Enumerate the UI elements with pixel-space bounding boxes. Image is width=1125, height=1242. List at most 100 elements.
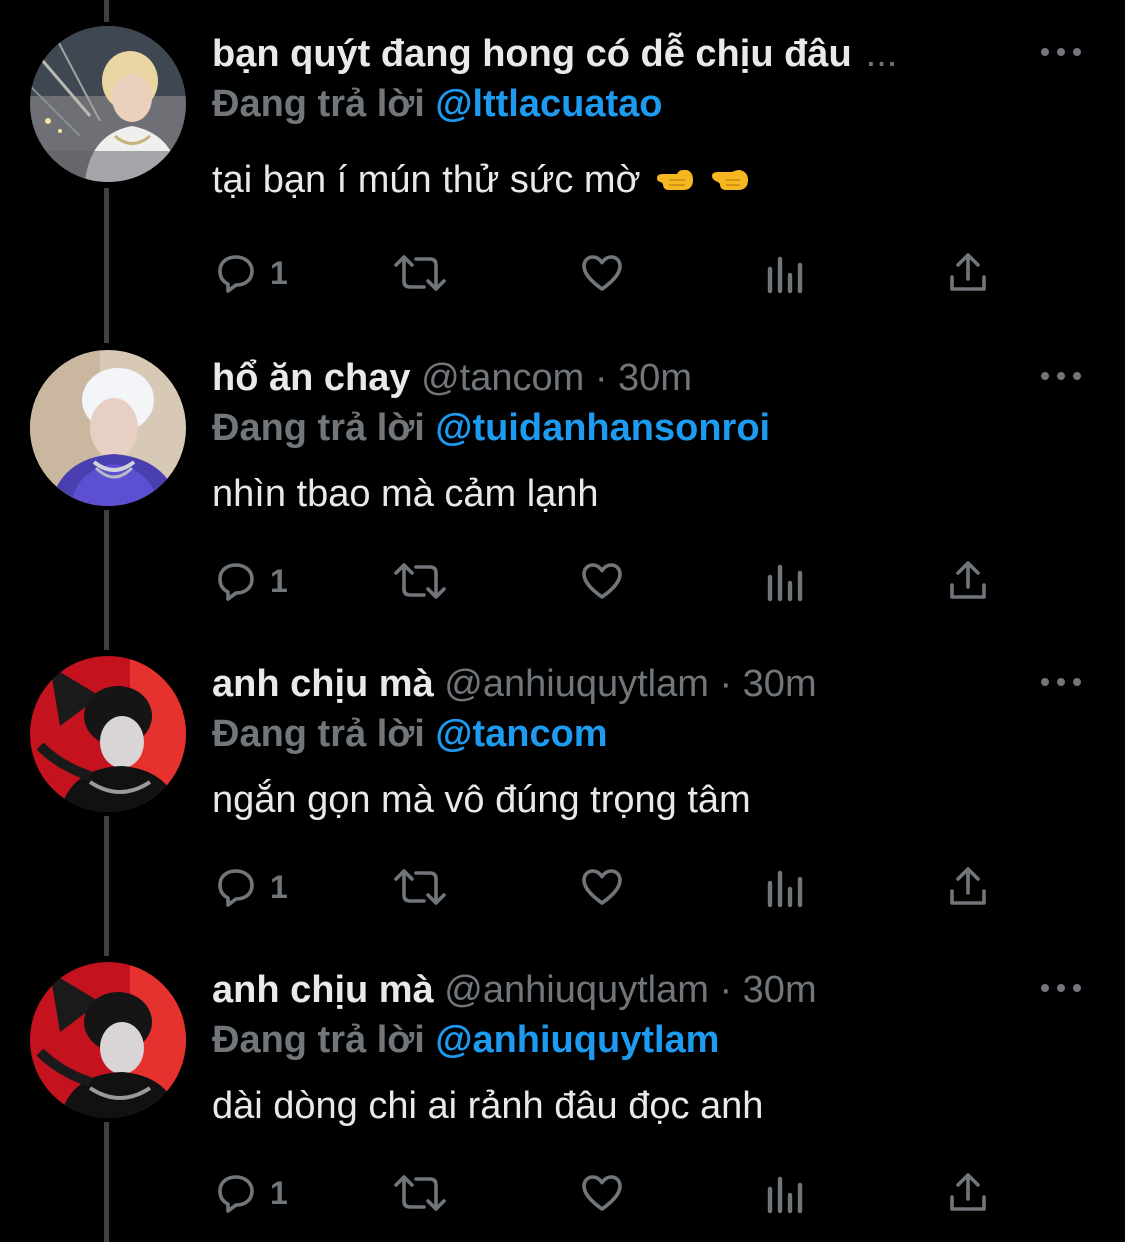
reply-button[interactable]: 1 (212, 862, 288, 912)
tweet[interactable]: bạn quýt đang hong có dễ chịu đâu... Đan… (0, 0, 1125, 306)
display-name[interactable]: anh chịu mà (212, 969, 434, 1011)
separator-dot: · (594, 357, 608, 399)
tweet-text: dài dòng chi ai rảnh đâu đọc anh (212, 1082, 1065, 1130)
tweet-header: anh chịu mà @anhiuquytlam · 30m (212, 660, 1035, 708)
heart-icon (582, 563, 622, 599)
reply-icon (218, 869, 254, 907)
analytics-button[interactable] (764, 248, 808, 298)
replying-to-label: Đang trả lời (212, 1019, 425, 1061)
tweet-body: ngắn gọn mà vô đúng trọng tâm (212, 779, 751, 821)
share-button[interactable] (944, 556, 992, 606)
analytics-button[interactable] (764, 862, 808, 912)
analytics-icon (767, 870, 803, 908)
separator-dot: · (719, 663, 733, 705)
tweet-actions: 1 (212, 556, 1002, 606)
tweet-text: ngắn gọn mà vô đúng trọng tâm (212, 776, 1065, 824)
like-button[interactable] (578, 556, 626, 606)
truncation-ellipsis: ... (865, 33, 898, 75)
replying-to-handle[interactable]: @tuidanhansonroi (435, 407, 770, 449)
share-button[interactable] (944, 862, 992, 912)
replying-to-label: Đang trả lời (212, 83, 425, 125)
timestamp[interactable]: 30m (618, 357, 692, 399)
replying-to-handle[interactable]: @tancom (435, 713, 607, 755)
reply-button[interactable]: 1 (212, 1168, 288, 1218)
replying-to: Đang trả lời @tancom (212, 710, 608, 758)
tweet-header: bạn quýt đang hong có dễ chịu đâu... (212, 30, 1035, 78)
tweet[interactable]: anh chịu mà @anhiuquytlam · 30m Đang trả… (0, 630, 1125, 936)
reply-count: 1 (270, 1174, 288, 1211)
reply-icon (218, 563, 254, 601)
replying-to: Đang trả lời @anhiuquytlam (212, 1016, 719, 1064)
reply-button[interactable]: 1 (212, 248, 288, 298)
retweet-icon (394, 255, 446, 291)
share-button[interactable] (944, 1168, 992, 1218)
retweet-button[interactable] (392, 556, 448, 606)
replying-to-label: Đang trả lời (212, 407, 425, 449)
tweet-actions: 1 (212, 248, 1002, 298)
analytics-button[interactable] (764, 556, 808, 606)
heart-icon (582, 255, 622, 291)
reply-icon (218, 255, 254, 293)
more-options-icon[interactable] (1041, 978, 1081, 998)
more-options-icon[interactable] (1041, 672, 1081, 692)
analytics-icon (767, 1176, 803, 1214)
reply-count: 1 (270, 254, 288, 291)
replying-to-handle[interactable]: @lttlacuatao (435, 83, 662, 125)
reply-icon (218, 1175, 254, 1213)
avatar[interactable] (30, 26, 186, 182)
user-handle[interactable]: @tancom (421, 357, 584, 399)
tweet-text: nhìn tbao mà cảm lạnh (212, 470, 1065, 518)
tweet-header: hổ ăn chay @tancom · 30m (212, 354, 1035, 402)
user-handle[interactable]: @anhiuquytlam (444, 969, 709, 1011)
avatar[interactable] (30, 656, 186, 812)
share-icon (950, 1173, 986, 1211)
retweet-icon (394, 869, 446, 905)
pointing-hand-emoji-icon (655, 158, 695, 206)
heart-icon (582, 1175, 622, 1211)
tweet[interactable]: hổ ăn chay @tancom · 30m Đang trả lời @t… (0, 324, 1125, 630)
heart-icon (582, 869, 622, 905)
replying-to: Đang trả lời @lttlacuatao (212, 80, 662, 128)
tweet[interactable]: anh chịu mà @anhiuquytlam · 30m Đang trả… (0, 936, 1125, 1242)
avatar[interactable] (30, 350, 186, 506)
tweet-header: anh chịu mà @anhiuquytlam · 30m (212, 966, 1035, 1014)
retweet-button[interactable] (392, 1168, 448, 1218)
tweet-text: tại bạn í mún thử sức mờ (212, 156, 1065, 206)
tweet-body: tại bạn í mún thử sức mờ (212, 159, 641, 201)
retweet-icon (394, 1175, 446, 1211)
reply-button[interactable]: 1 (212, 556, 288, 606)
replying-to-handle[interactable]: @anhiuquytlam (435, 1019, 719, 1061)
like-button[interactable] (578, 248, 626, 298)
tweet-actions: 1 (212, 1168, 1002, 1218)
like-button[interactable] (578, 862, 626, 912)
user-handle[interactable]: @anhiuquytlam (444, 663, 709, 705)
timestamp[interactable]: 30m (743, 663, 817, 705)
share-icon (950, 253, 986, 291)
share-button[interactable] (944, 248, 992, 298)
reply-count: 1 (270, 868, 288, 905)
tweet-body: nhìn tbao mà cảm lạnh (212, 473, 599, 515)
retweet-button[interactable] (392, 862, 448, 912)
pointing-hand-emoji-icon (710, 158, 750, 206)
timestamp[interactable]: 30m (743, 969, 817, 1011)
avatar[interactable] (30, 962, 186, 1118)
separator-dot: · (719, 969, 733, 1011)
share-icon (950, 561, 986, 599)
retweet-button[interactable] (392, 248, 448, 298)
analytics-icon (767, 256, 803, 294)
retweet-icon (394, 563, 446, 599)
reply-count: 1 (270, 562, 288, 599)
replying-to-label: Đang trả lời (212, 713, 425, 755)
share-icon (950, 867, 986, 905)
analytics-button[interactable] (764, 1168, 808, 1218)
display-name[interactable]: hổ ăn chay (212, 357, 411, 399)
tweet-body: dài dòng chi ai rảnh đâu đọc anh (212, 1085, 764, 1127)
more-options-icon[interactable] (1041, 42, 1081, 62)
display-name[interactable]: bạn quýt đang hong có dễ chịu đâu (212, 33, 852, 75)
replying-to: Đang trả lời @tuidanhansonroi (212, 404, 770, 452)
like-button[interactable] (578, 1168, 626, 1218)
tweet-actions: 1 (212, 862, 1002, 912)
display-name[interactable]: anh chịu mà (212, 663, 434, 705)
more-options-icon[interactable] (1041, 366, 1081, 386)
analytics-icon (767, 564, 803, 602)
